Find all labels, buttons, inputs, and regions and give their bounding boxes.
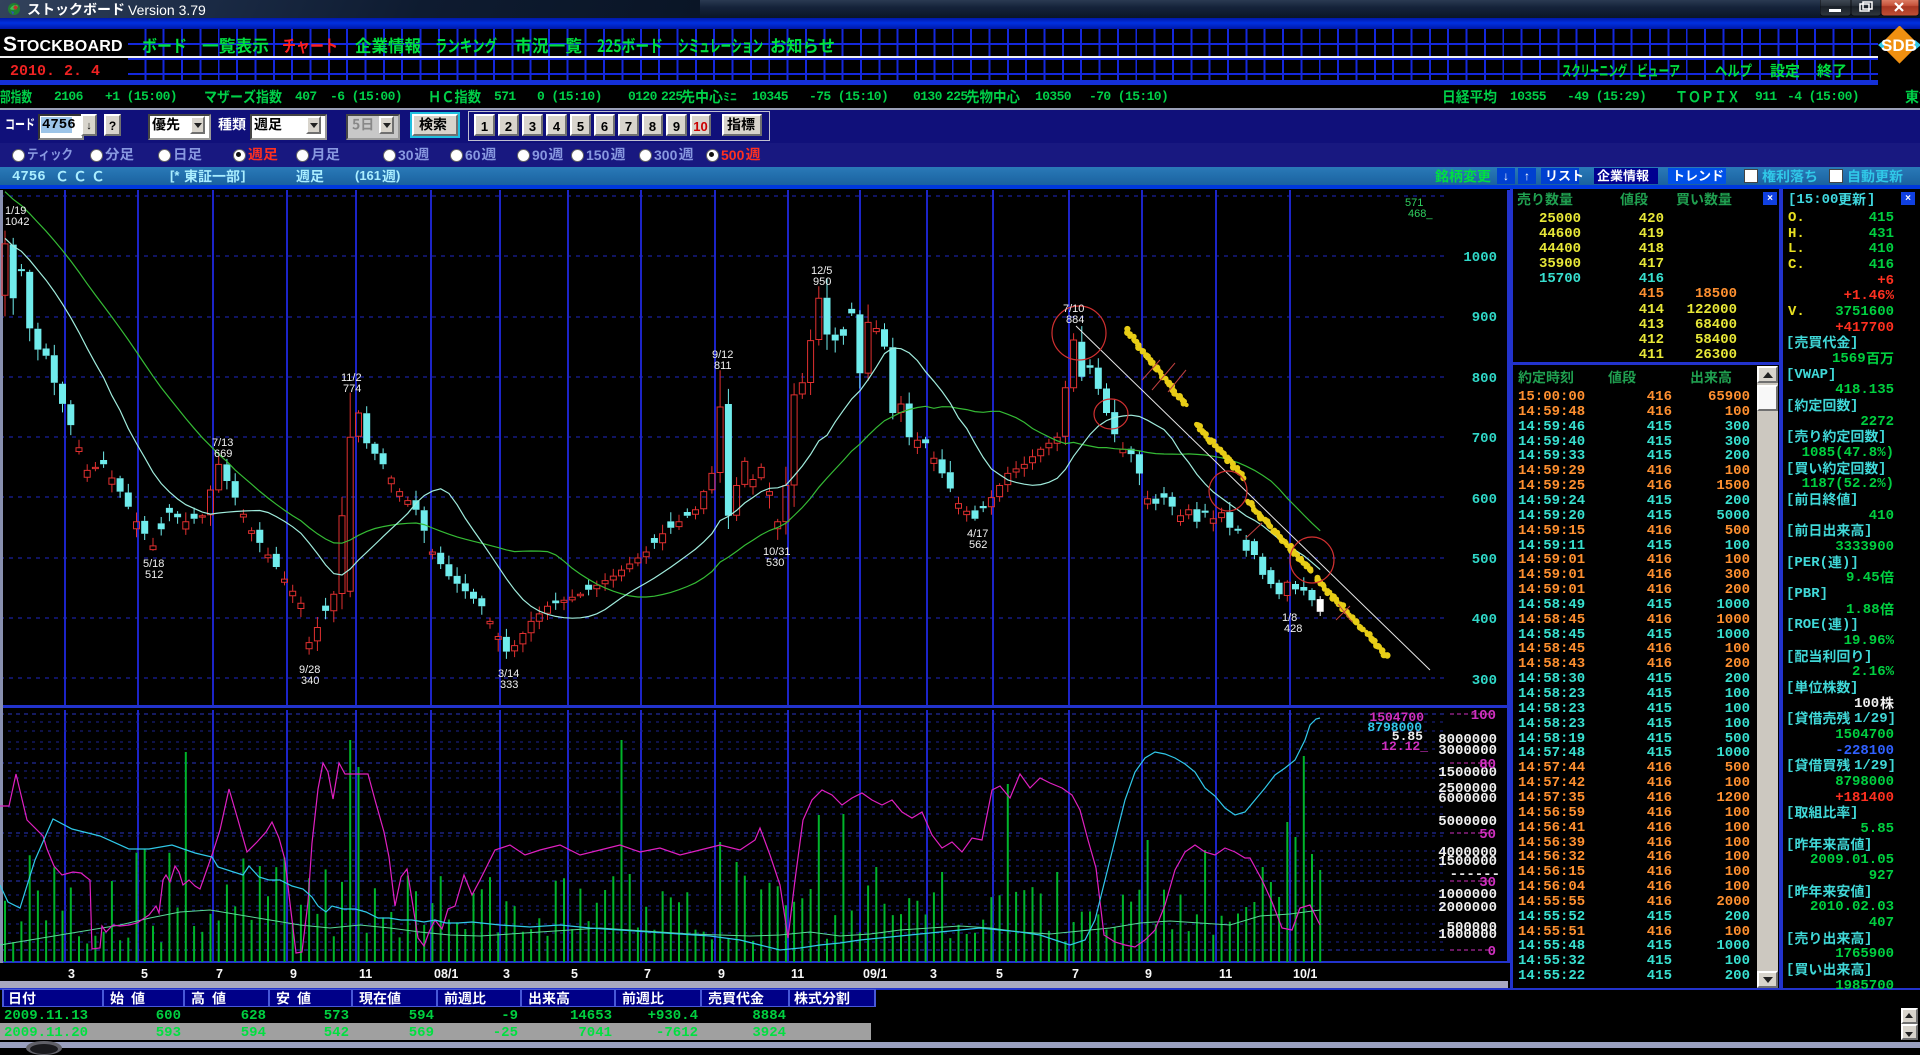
svg-text:11: 11 [791, 967, 804, 981]
svg-text:11: 11 [1219, 967, 1232, 981]
svg-text:2000000: 2000000 [1438, 900, 1497, 916]
svg-text:3: 3 [930, 967, 937, 981]
svg-text:5: 5 [996, 967, 1003, 981]
svg-text:5: 5 [141, 967, 148, 981]
svg-text:900: 900 [1472, 310, 1497, 326]
svg-text:1000: 1000 [1463, 250, 1497, 266]
svg-text:7: 7 [216, 967, 223, 981]
svg-text:09/1: 09/1 [863, 967, 887, 981]
svg-text:10/1: 10/1 [1293, 967, 1317, 981]
svg-text:774: 774 [343, 383, 361, 395]
svg-text:08/1: 08/1 [434, 967, 458, 981]
svg-text:800: 800 [1472, 371, 1497, 387]
svg-text:7: 7 [644, 967, 651, 981]
svg-text:512: 512 [145, 569, 163, 581]
svg-text:340: 340 [301, 675, 319, 687]
svg-text:SDB: SDB [1881, 36, 1917, 55]
svg-text:950: 950 [813, 276, 831, 288]
svg-text:1000000: 1000000 [1438, 927, 1497, 943]
svg-text:428: 428 [1284, 623, 1302, 635]
svg-text:50: 50 [1479, 827, 1496, 843]
svg-text:669: 669 [214, 448, 232, 460]
svg-text:300: 300 [1472, 673, 1497, 689]
svg-text:9: 9 [290, 967, 297, 981]
svg-text:30: 30 [1479, 875, 1496, 891]
svg-text:600: 600 [1472, 492, 1497, 508]
svg-text:700: 700 [1472, 431, 1497, 447]
svg-text:80: 80 [1479, 757, 1496, 773]
svg-text:500: 500 [1472, 552, 1497, 568]
svg-text:1042: 1042 [5, 216, 29, 228]
svg-text:6000000: 6000000 [1438, 791, 1497, 807]
svg-text:811: 811 [714, 360, 732, 372]
svg-text:9: 9 [1145, 967, 1152, 981]
svg-text:530: 530 [766, 557, 784, 569]
svg-text:3: 3 [68, 967, 75, 981]
svg-text:11: 11 [359, 967, 372, 981]
svg-text:884: 884 [1066, 314, 1084, 326]
svg-text:5: 5 [571, 967, 578, 981]
svg-text:7: 7 [1072, 967, 1079, 981]
svg-text:0: 0 [1488, 944, 1496, 960]
svg-text:400: 400 [1472, 612, 1497, 628]
svg-text:468_: 468_ [1408, 208, 1433, 220]
svg-text:562: 562 [969, 539, 987, 551]
svg-text:100: 100 [1471, 708, 1496, 724]
svg-text:9: 9 [718, 967, 725, 981]
svg-text:3: 3 [503, 967, 510, 981]
svg-text:12.12_: 12.12_ [1381, 739, 1428, 754]
svg-text:333: 333 [500, 679, 518, 691]
